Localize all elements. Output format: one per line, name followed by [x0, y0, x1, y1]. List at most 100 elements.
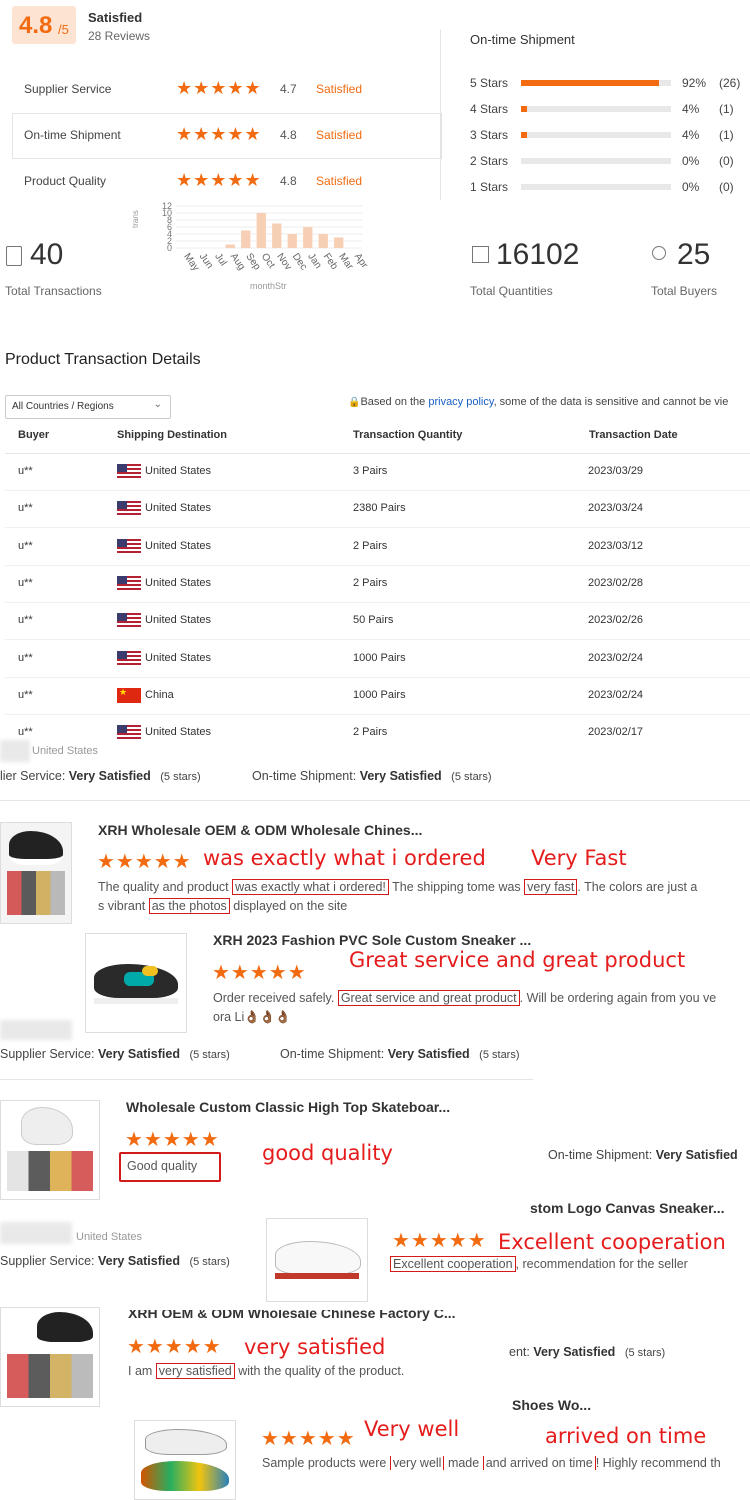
review-2-stars: ★★★★★: [212, 962, 307, 984]
star-level-bar: [521, 80, 671, 86]
review-1-ontime-rating: On-time Shipment: Very Satisfied (5 star…: [252, 769, 492, 783]
destination-cell: United States: [145, 614, 212, 627]
ontime-prefix: On-time Shipment:: [548, 1148, 656, 1162]
rating-stars: ★★★★★: [176, 78, 262, 98]
star-level-count: (1): [719, 102, 734, 116]
highlight-box: and arrived on time: [482, 1456, 596, 1470]
color-swatches: [7, 871, 65, 915]
product-5-thumbnail[interactable]: [0, 1307, 100, 1407]
sneaker-image: [21, 1107, 73, 1145]
table-row: u** China 1000 Pairs 2023/02/24: [0, 678, 750, 715]
reviewer-country: United States: [76, 1231, 143, 1243]
score-out-of: /5: [58, 22, 69, 37]
slip-on-image: [145, 1429, 227, 1455]
product-3-thumbnail[interactable]: [0, 1100, 100, 1200]
product-2-title[interactable]: XRH 2023 Fashion PVC Sole Custom Sneaker…: [213, 932, 531, 948]
review-3-stars: ★★★★★: [125, 1129, 220, 1151]
ontime-rating-value: Very Satisfied: [387, 1047, 470, 1061]
star-level-label: 1 Stars: [470, 180, 509, 194]
review-text: Order received safely.: [213, 991, 338, 1005]
box-icon: [472, 246, 489, 263]
supplier-stars-count: (5 stars): [189, 1256, 230, 1268]
quantity-cell: 2 Pairs: [353, 539, 388, 552]
rating-row-label: On-time Shipment: [24, 128, 121, 142]
privacy-policy-link[interactable]: privacy policy: [428, 396, 493, 408]
rating-row-on-time-shipment[interactable]: On-time Shipment ★★★★★ 4.8 Satisfied: [12, 113, 442, 159]
privacy-notice-post: , some of the data is sensitive and cann…: [493, 396, 729, 408]
star-distribution-row: 5 Stars 92% (26): [470, 74, 750, 92]
reviewer-country: United States: [32, 745, 99, 757]
country-filter-select[interactable]: All Countries / Regions ⌄: [5, 395, 171, 419]
product-6-title[interactable]: Shoes Wo...: [512, 1397, 591, 1413]
buyer-cell: u**: [18, 502, 33, 515]
review-text: . Will be ordering again from you ve: [519, 991, 717, 1005]
ontime-stars-count: (5 stars): [624, 1347, 666, 1359]
review-text: ! Highly recommend th: [595, 1456, 721, 1470]
review-divider: [0, 800, 750, 801]
review-text: Sample products were: [262, 1456, 390, 1470]
product-5-title[interactable]: XRH OEM & ODM Wholesale Chinese Factory …: [128, 1310, 456, 1321]
table-row: u** United States 2380 Pairs 2023/03/24: [0, 491, 750, 529]
us-flag-icon: [117, 613, 141, 629]
product-4-thumbnail[interactable]: [266, 1218, 368, 1302]
destination-cell: United States: [145, 539, 212, 552]
product-1-title[interactable]: XRH Wholesale OEM & ODM Wholesale Chines…: [98, 822, 422, 838]
privacy-notice: 🔒Based on the privacy policy, some of th…: [348, 396, 728, 408]
supplier-prefix: Supplier Service:: [0, 1047, 98, 1061]
blurred-avatar: [0, 1020, 72, 1040]
chart-x-tick: Apr: [352, 251, 370, 271]
country-filter-value: All Countries / Regions: [12, 401, 114, 412]
date-cell: 2023/03/12: [588, 539, 644, 552]
document-icon: [6, 246, 22, 266]
star-level-percent: 4%: [682, 102, 700, 116]
chart-bar: [334, 237, 344, 248]
star-level-bar-fill: [521, 132, 527, 138]
review-1-stars: ★★★★★: [97, 851, 192, 873]
china-flag-icon: [117, 687, 141, 703]
us-flag-icon: [117, 464, 141, 479]
table-row: u** United States 3 Pairs 2023/03/29: [0, 454, 750, 491]
rating-row-value: 4.8: [280, 128, 297, 142]
privacy-notice-pre: Based on the: [360, 396, 429, 408]
chart-x-tick: Sep: [243, 251, 262, 272]
date-cell: 2023/02/28: [588, 576, 644, 589]
star-level-bar: [521, 158, 671, 164]
total-quantities-label: Total Quantities: [470, 284, 553, 298]
rating-row-label: Product Quality: [24, 174, 107, 188]
supplier-rating-value: Very Satisfied: [97, 1047, 180, 1061]
ontime-rating-value: Very Satisfied: [655, 1148, 738, 1162]
annotation-very-fast: Very Fast: [531, 846, 627, 870]
annotation-very-satisfied: very satisfied: [244, 1335, 386, 1359]
ontime-prefix: On-time Shipment:: [252, 769, 360, 783]
review-text: , recommendation for the seller: [515, 1257, 688, 1271]
chart-x-tick: Nov: [274, 251, 293, 272]
chart-bar: [272, 223, 282, 248]
product-3-title[interactable]: Wholesale Custom Classic High Top Skateb…: [126, 1099, 450, 1115]
highlight-box: very well: [389, 1456, 445, 1470]
rating-row-label: Supplier Service: [24, 82, 112, 96]
product-1-thumbnail[interactable]: [0, 822, 72, 924]
sneaker-image: [37, 1312, 93, 1347]
quantity-cell: 50 Pairs: [353, 614, 394, 627]
column-shipping-destination: Shipping Destination: [117, 429, 227, 441]
review-5-text: I am very satisfied with the quality of …: [128, 1363, 404, 1379]
product-2-thumbnail[interactable]: [85, 933, 187, 1033]
total-transactions-label: Total Transactions: [5, 284, 102, 298]
star-level-percent: 92%: [682, 76, 707, 90]
date-cell: 2023/03/24: [588, 502, 644, 515]
destination-cell: United States: [145, 576, 212, 589]
chart-bar: [256, 213, 266, 248]
review-1-supplier-rating: lier Service: Very Satisfied (5 stars): [0, 769, 201, 783]
column-buyer: Buyer: [18, 429, 50, 441]
annotation-very-well: Very well: [364, 1417, 460, 1441]
rating-row-status: Satisfied: [316, 82, 363, 96]
highlight-box: Great service and great product: [337, 990, 520, 1006]
product-4-title[interactable]: stom Logo Canvas Sneaker...: [530, 1200, 725, 1216]
sneaker-sole: [94, 998, 178, 1004]
rating-row-value: 4.7: [280, 82, 297, 96]
supplier-rating-value: Very Satisfied: [68, 769, 151, 783]
lock-icon: 🔒: [348, 397, 361, 408]
ontime-prefix: On-time Shipment:: [280, 1047, 388, 1061]
product-6-thumbnail[interactable]: [134, 1420, 236, 1500]
sneaker-accent-yellow: [142, 966, 158, 976]
